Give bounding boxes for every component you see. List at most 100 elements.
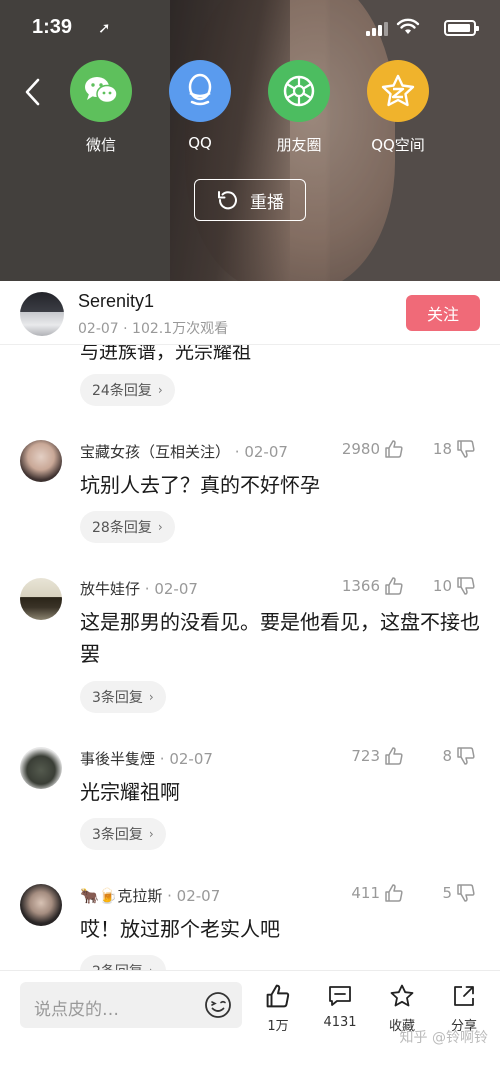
chevron-right-icon: › [157, 383, 163, 397]
comment-username[interactable]: 事後半隻煙 [80, 750, 155, 768]
replies-label: 24条回复 [92, 383, 152, 399]
like-button[interactable]: 2980 [342, 439, 404, 459]
comment-username[interactable]: 宝藏女孩（互相关注） [80, 443, 230, 461]
share-moments-button[interactable]: 朋友圈 [254, 60, 344, 155]
comment-date: · 02-07 [230, 443, 288, 461]
dislike-button[interactable]: 10 [433, 576, 476, 596]
like-button[interactable]: 1366 [342, 576, 404, 596]
status-bar: 1:39 ➚ [32, 16, 479, 44]
replies-label: 2条回复 [92, 961, 143, 970]
comment-header: 🐂🍺克拉斯 · 02-07 [80, 885, 220, 906]
view-replies-button[interactable]: 28条回复 › [80, 511, 175, 543]
comment-input-placeholder: 说点皮的… [34, 1000, 119, 1020]
dislike-button[interactable]: 5 [442, 883, 476, 903]
view-replies-button[interactable]: 2条回复› [80, 955, 166, 970]
comment-username[interactable]: 🐂🍺克拉斯 [80, 887, 162, 905]
thumbs-up-icon [266, 984, 290, 1008]
location-arrow-icon: ➚ [98, 19, 111, 37]
replay-icon [218, 191, 237, 210]
share-icon [454, 986, 474, 1006]
share-wechat-label: 微信 [85, 136, 116, 154]
replay-button[interactable]: 重播 [194, 179, 306, 221]
bottom-action-bar: 说点皮的… 1万 4131 收藏 分享 知乎 @铃啊铃 [0, 970, 500, 1082]
like-count: 2980 [341, 440, 380, 458]
comment-username[interactable]: 放牛娃仔 [80, 580, 140, 598]
wechat-icon [70, 60, 132, 122]
thumbs-down-icon [457, 440, 475, 458]
comment-video-count: 4131 [323, 1015, 357, 1030]
status-time: 1:39 [32, 16, 73, 38]
replies-label: 3条回复 [92, 827, 143, 843]
comment-list[interactable]: 与进族谱，光宗耀祖 24条回复 › 宝藏女孩（互相关注） · 02-07 2980… [0, 345, 500, 970]
back-icon[interactable] [20, 74, 44, 110]
dislike-count: 10 [432, 577, 452, 595]
share-qq-button[interactable]: QQ [155, 60, 245, 152]
moments-icon [268, 60, 330, 122]
signal-icon [366, 22, 388, 36]
video-detail-page: 1:39 ➚ 微信 QQ 朋友圈 QQ空间 重播 Serenity1 02-07… [0, 0, 500, 1082]
comment-date: · 02-07 [162, 887, 221, 905]
comment-date: · 02-07 [140, 580, 198, 598]
battery-icon [444, 20, 479, 36]
replies-label: 3条回复 [92, 690, 143, 706]
dislike-count: 18 [432, 440, 452, 458]
dislike-button[interactable]: 18 [433, 439, 476, 459]
thumbs-down-icon [457, 577, 475, 595]
dislike-count: 8 [442, 747, 452, 765]
watermark: 知乎 @铃啊铃 [399, 1030, 488, 1046]
author-bar: Serenity1 02-07 · 102.1万次观看 关注 [0, 281, 500, 345]
thumbs-up-icon [385, 747, 403, 765]
comment-header: 事後半隻煙 · 02-07 [80, 748, 213, 769]
author-name[interactable]: Serenity1 [78, 291, 154, 312]
user-avatar[interactable] [20, 578, 62, 620]
user-avatar[interactable] [20, 440, 62, 482]
like-video-count: 1万 [267, 1019, 289, 1034]
like-count: 411 [351, 884, 380, 902]
qq-icon [169, 60, 231, 122]
emoji-icon[interactable] [204, 991, 232, 1019]
qzone-icon [367, 60, 429, 122]
comment-text: 光宗耀祖啊 [80, 780, 180, 804]
thumbs-up-icon [385, 884, 403, 902]
comment-text-partial: 与进族谱，光宗耀祖 [80, 345, 252, 363]
video-meta: 02-07 · 102.1万次观看 [78, 321, 229, 337]
author-avatar[interactable] [20, 292, 64, 336]
thumbs-up-icon [385, 440, 403, 458]
user-avatar[interactable] [20, 884, 62, 926]
user-avatar[interactable] [20, 747, 62, 789]
comment-header: 宝藏女孩（互相关注） · 02-07 [80, 441, 288, 462]
replay-label: 重播 [250, 192, 284, 213]
share-qzone-button[interactable]: QQ空间 [353, 60, 443, 155]
share-qzone-label: QQ空间 [371, 136, 425, 154]
view-replies-button[interactable]: 3条回复 › [80, 681, 166, 713]
dislike-count: 5 [442, 884, 452, 902]
star-icon [390, 984, 414, 1007]
follow-button[interactable]: 关注 [406, 295, 480, 331]
view-replies-button[interactable]: 3条回复 › [80, 818, 166, 850]
share-moments-label: 朋友圈 [276, 136, 322, 154]
dislike-button[interactable]: 8 [442, 746, 476, 766]
like-button[interactable]: 411 [351, 883, 404, 903]
thumbs-down-icon [457, 884, 475, 902]
comment-input[interactable]: 说点皮的… [20, 982, 242, 1028]
comment-text: 这是那男的没看见。要是他看见，这盘不接也罢 [80, 610, 480, 666]
chevron-right-icon: › [157, 520, 163, 534]
share-wechat-button[interactable]: 微信 [56, 60, 146, 155]
like-button[interactable]: 723 [351, 746, 404, 766]
comment-text: 坑别人去了？真的不好怀孕 [80, 473, 320, 497]
wifi-icon [396, 18, 420, 34]
comment-video-button[interactable]: 4131 [310, 983, 370, 1030]
chevron-right-icon: › [148, 827, 154, 841]
comment-icon [329, 986, 351, 1006]
like-count: 1366 [341, 577, 380, 595]
share-qq-label: QQ [188, 134, 212, 152]
thumbs-up-icon [385, 577, 403, 595]
replies-label: 28条回复 [92, 520, 152, 536]
thumbs-down-icon [457, 747, 475, 765]
like-video-button[interactable]: 1万 [248, 983, 308, 1034]
comment-header: 放牛娃仔 · 02-07 [80, 578, 198, 599]
like-count: 723 [351, 747, 380, 765]
chevron-right-icon: › [148, 690, 154, 704]
comment-date: · 02-07 [155, 750, 213, 768]
view-replies-button[interactable]: 24条回复 › [80, 374, 175, 406]
